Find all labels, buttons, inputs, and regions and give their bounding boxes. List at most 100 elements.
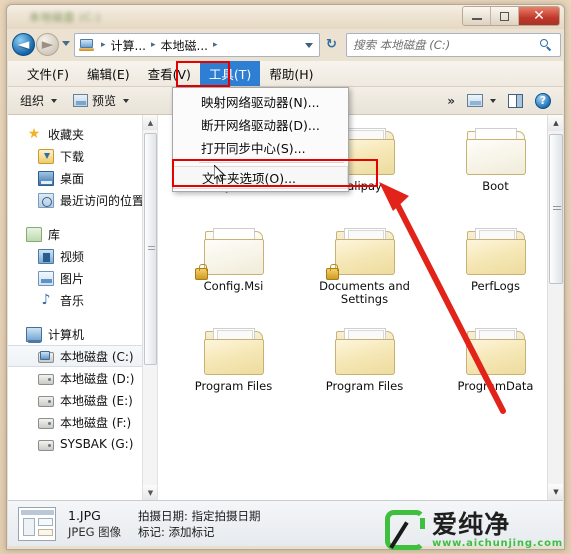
- folder-icon: [194, 227, 265, 280]
- folder-icon: [325, 227, 396, 280]
- tree-item-local-disk-f[interactable]: 本地磁盘 (F:): [8, 411, 157, 433]
- menu-option-folder-options[interactable]: 文件夹选项(O)...: [173, 166, 348, 189]
- menu-item-help[interactable]: 帮助(H): [260, 61, 322, 86]
- list-item[interactable]: Boot: [434, 125, 557, 225]
- toolbar-right-group: ?: [467, 92, 563, 109]
- scrollbar-thumb[interactable]: [144, 133, 157, 365]
- menu-item-file[interactable]: 文件(F): [18, 61, 78, 86]
- breadcrumb-separator-0: ▸: [101, 40, 106, 50]
- list-item[interactable]: PerfLogs: [434, 225, 557, 325]
- tree-item-sysbak-g[interactable]: SYSBAK (G:): [8, 433, 157, 455]
- back-button[interactable]: ◄: [12, 33, 35, 56]
- breadcrumb-bar[interactable]: ▸ 计算... ▸ 本地磁... ▸: [74, 33, 320, 57]
- tools-dropdown-menu: 映射网络驱动器(N)... 断开网络驱动器(D)... 打开同步中心(S)...…: [172, 87, 349, 192]
- detail-file-name: 1.JPG: [68, 507, 101, 523]
- scrollbar-thumb[interactable]: [549, 134, 563, 284]
- preview-button[interactable]: 预览: [73, 92, 130, 109]
- tree-label: 最近访问的位置: [60, 193, 145, 208]
- scroll-down-icon[interactable]: ▼: [548, 484, 563, 500]
- chevron-down-icon: [490, 98, 496, 103]
- details-text: 1.JPG 拍摄日期: 指定拍摄日期 JPEG 图像 标记: 添加标记: [68, 508, 261, 540]
- computer-icon: [26, 326, 42, 343]
- menu-option-open-sync-center[interactable]: 打开同步中心(S)...: [173, 136, 348, 159]
- title-bar[interactable]: 本地磁盘 (C:) ✕: [7, 5, 564, 29]
- close-button[interactable]: ✕: [519, 7, 559, 25]
- refresh-button[interactable]: ↻: [326, 37, 337, 52]
- view-icon: [467, 94, 483, 107]
- file-name: Program Files: [325, 379, 404, 393]
- drive-icon: [38, 417, 54, 429]
- organize-label: 组织: [20, 94, 45, 108]
- tree-item-local-disk-c[interactable]: 本地磁盘 (C:): [8, 345, 157, 367]
- detail-tags[interactable]: 标记: 添加标记: [138, 524, 215, 540]
- list-item[interactable]: Program Files: [172, 325, 295, 425]
- chevron-down-icon: [51, 98, 58, 103]
- tree-item-videos[interactable]: 视频: [8, 245, 157, 267]
- tree-item-pictures[interactable]: 图片: [8, 267, 157, 289]
- breadcrumb-item-local-disk[interactable]: 本地磁...: [160, 37, 209, 54]
- scroll-up-icon[interactable]: ▲: [548, 115, 563, 131]
- tree-item-music[interactable]: ♪ 音乐: [8, 289, 157, 311]
- help-icon[interactable]: ?: [535, 92, 551, 109]
- forward-button[interactable]: ►: [36, 33, 59, 56]
- preview-pane-button[interactable]: [508, 93, 523, 108]
- navigation-pane-scrollbar[interactable]: ▲ ▼: [142, 115, 157, 500]
- tree-item-recent-places[interactable]: 最近访问的位置: [8, 189, 157, 211]
- preview-label: 预览: [92, 94, 117, 108]
- tree-label: 本地磁盘 (F:): [60, 415, 132, 430]
- maximize-button[interactable]: [491, 7, 519, 25]
- chevron-down-icon[interactable]: [305, 42, 313, 48]
- star-icon: ★: [27, 125, 41, 142]
- organize-button[interactable]: 组织: [20, 92, 58, 109]
- minimize-button[interactable]: [463, 7, 491, 25]
- tree-label: 计算机: [48, 327, 85, 342]
- tree-label: 音乐: [60, 293, 85, 308]
- library-icon: [26, 226, 42, 242]
- tree-item-local-disk-e[interactable]: 本地磁盘 (E:): [8, 389, 157, 411]
- scroll-down-icon[interactable]: ▼: [143, 485, 157, 500]
- search-input[interactable]: 搜索 本地磁盘 (C:): [347, 37, 450, 53]
- file-name: ProgramData: [457, 379, 534, 393]
- video-icon: [38, 248, 54, 264]
- tree-label: 桌面: [60, 171, 85, 186]
- brand-url: www.aichunjing.com: [432, 537, 563, 549]
- list-item[interactable]: ProgramData: [434, 325, 557, 425]
- menu-option-map-network-drive[interactable]: 映射网络驱动器(N)...: [173, 90, 348, 113]
- file-name: Program Files: [194, 379, 273, 393]
- toolbar-overflow-button[interactable]: »: [447, 94, 455, 108]
- search-box[interactable]: 搜索 本地磁盘 (C:): [346, 33, 561, 57]
- menu-item-view[interactable]: 查看(V): [139, 61, 200, 86]
- file-name: Boot: [482, 179, 509, 193]
- list-item[interactable]: Program Files: [303, 325, 426, 425]
- file-list-scrollbar[interactable]: ▲ ▼: [547, 115, 563, 500]
- brand-name: 爱纯净: [432, 509, 511, 539]
- folder-icon: [465, 327, 527, 377]
- breadcrumb-separator-1: ▸: [150, 40, 156, 50]
- tree-item-local-disk-d[interactable]: 本地磁盘 (D:): [8, 367, 157, 389]
- detail-file-type: JPEG 图像: [68, 524, 122, 539]
- music-icon: ♪: [41, 291, 51, 308]
- scroll-up-icon[interactable]: ▲: [143, 115, 157, 130]
- window-title: 本地磁盘 (C:): [29, 11, 101, 24]
- tree-item-computer[interactable]: 计算机: [8, 323, 157, 345]
- search-icon: [540, 38, 553, 52]
- detail-date-taken[interactable]: 拍摄日期: 指定拍摄日期: [138, 508, 261, 524]
- watermark-text: 爱纯净 www.aichunjing.com: [432, 509, 563, 549]
- menu-option-disconnect-network-drive[interactable]: 断开网络驱动器(D)...: [173, 113, 348, 136]
- drive-icon: [38, 395, 54, 407]
- tree-item-desktop[interactable]: 桌面: [8, 167, 157, 189]
- breadcrumb-separator-2: ▸: [212, 40, 218, 50]
- tree-label: 下载: [60, 149, 85, 164]
- breadcrumb-item-computer[interactable]: 计算...: [110, 37, 147, 54]
- list-item[interactable]: Config.Msi: [172, 225, 295, 325]
- tree-item-favorites[interactable]: ★ 收藏夹: [8, 123, 157, 145]
- recent-locations-dropdown-icon[interactable]: [62, 41, 70, 46]
- menu-item-edit[interactable]: 编辑(E): [78, 61, 139, 86]
- tree-item-libraries[interactable]: 库: [8, 223, 157, 245]
- tree-label: 本地磁盘 (D:): [60, 371, 135, 386]
- change-view-button[interactable]: [467, 94, 496, 107]
- folder-icon: [465, 227, 527, 277]
- tree-item-downloads[interactable]: 下载: [8, 145, 157, 167]
- menu-item-tools[interactable]: 工具(T): [199, 61, 261, 86]
- list-item[interactable]: Documents and Settings: [303, 225, 426, 325]
